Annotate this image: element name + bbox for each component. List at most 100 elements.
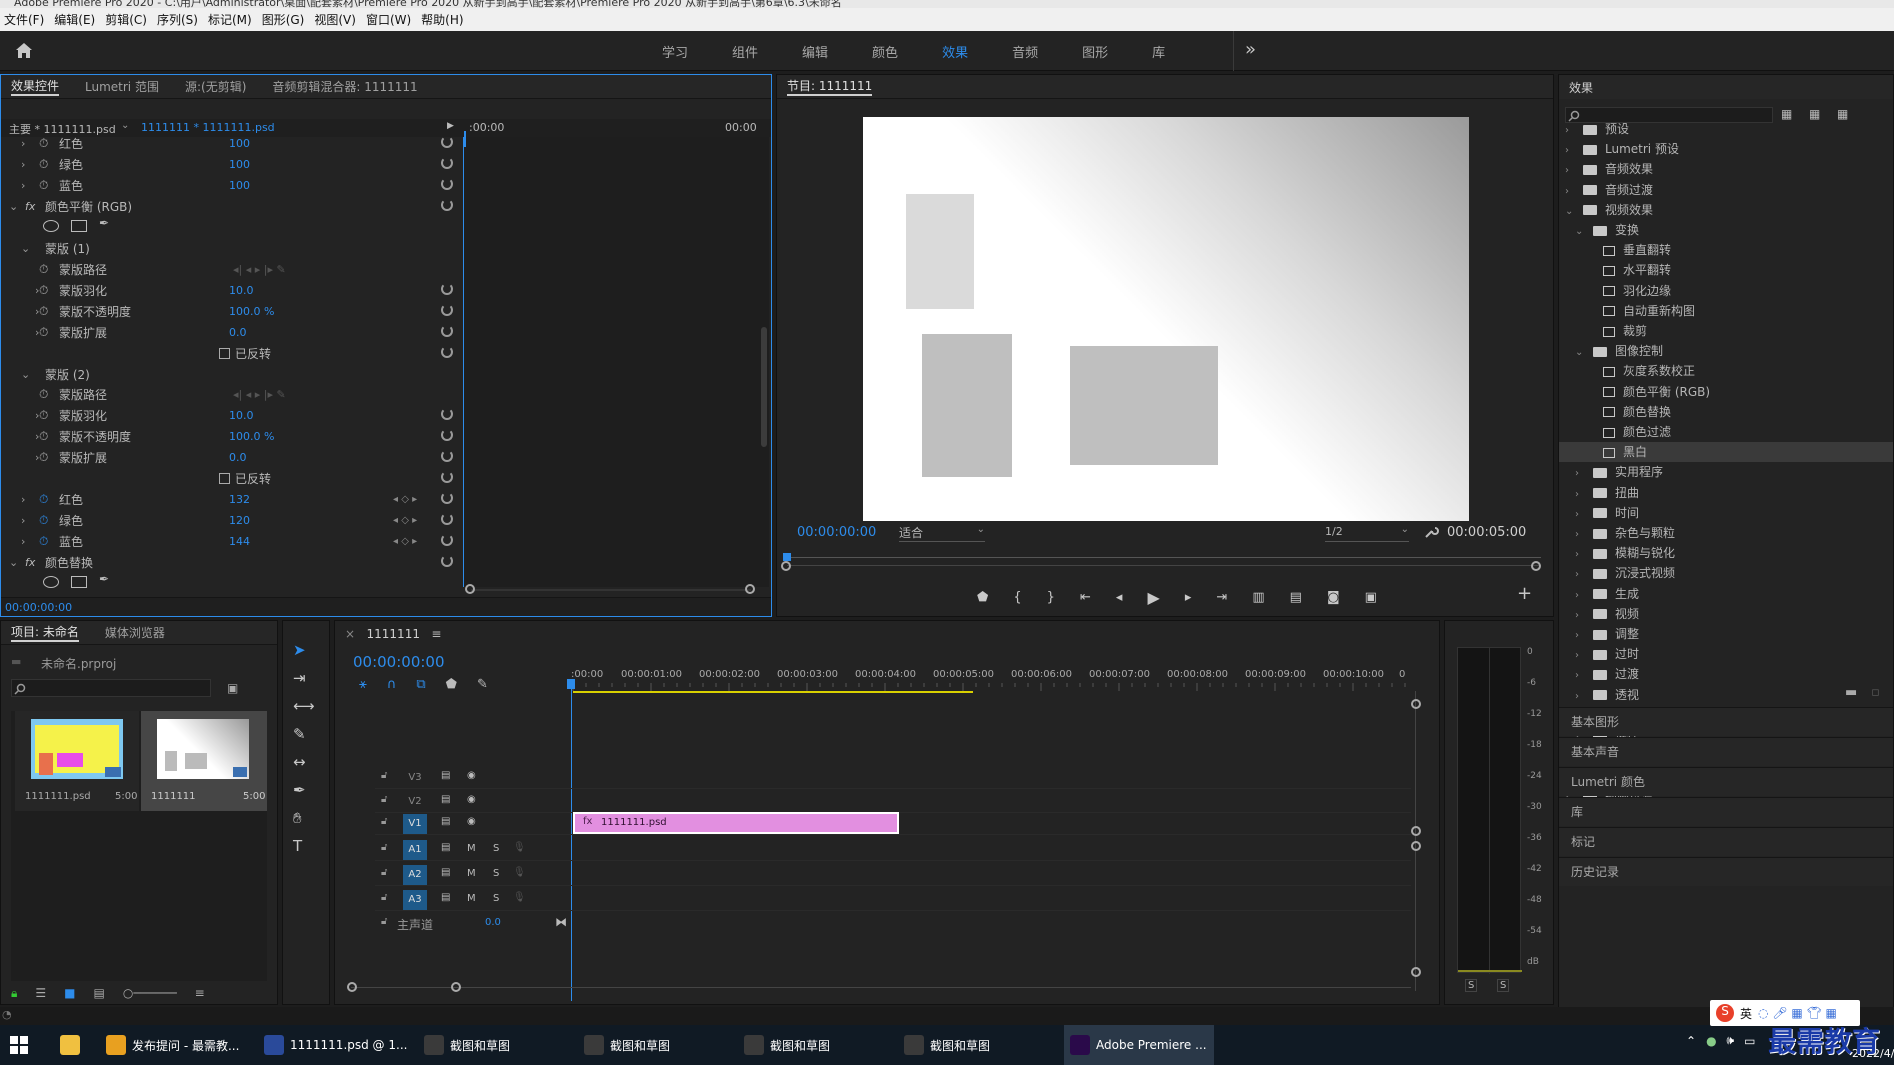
vscroll-mid2[interactable] — [1411, 841, 1421, 851]
reset-icon[interactable] — [441, 408, 453, 420]
effect-item[interactable]: 羽化边缘 — [1559, 281, 1893, 301]
play-icon[interactable]: ▶ — [1147, 588, 1159, 607]
chevron-icon[interactable]: › — [1575, 525, 1585, 545]
workspace-tab[interactable]: 效果 — [942, 42, 968, 61]
solo-button[interactable]: S — [493, 843, 499, 854]
ec-row[interactable]: 已反转 — [1, 468, 461, 488]
fit-dropdown[interactable]: 适合 ⌄ — [899, 524, 985, 542]
chevron-icon[interactable]: › — [1565, 121, 1575, 141]
menu-item[interactable]: 窗口(W) — [366, 11, 411, 28]
mark-in-icon[interactable]: { — [1013, 590, 1021, 605]
workspace-tab[interactable]: 颜色 — [872, 42, 898, 61]
program-playhead[interactable] — [783, 553, 791, 561]
reset-icon[interactable] — [441, 283, 453, 295]
workspace-tab[interactable]: 库 — [1152, 42, 1165, 61]
sort-icon[interactable]: ≡ — [195, 986, 205, 1000]
chevron-icon[interactable]: › — [21, 137, 25, 150]
track-header[interactable]: 🔓︎ A1 ▤ M S 🎙︎ — [375, 839, 571, 861]
effect-item[interactable]: 自动重新构图 — [1559, 301, 1893, 321]
fx-icon[interactable]: fx — [25, 556, 35, 569]
timeline-timecode[interactable]: 00:00:00:00 — [353, 653, 445, 671]
ec-row[interactable]: › ⏱︎ 蒙版羽化 10.0 — [1, 405, 461, 425]
program-scrub-bar[interactable] — [787, 557, 1541, 558]
go-to-in-icon[interactable]: ⇤ — [1080, 590, 1091, 605]
chevron-icon[interactable]: ⌄ — [1575, 343, 1585, 363]
master-volume[interactable]: 0.0 — [485, 917, 501, 928]
selection-tool-icon[interactable]: ➤ — [293, 641, 315, 659]
stopwatch-icon[interactable]: ⏱︎ — [39, 492, 48, 507]
freeform-view-icon[interactable]: ▤ — [94, 986, 105, 1000]
chevron-icon[interactable]: › — [1575, 545, 1585, 565]
ec-row[interactable]: ⌄ 蒙版 (2) — [1, 364, 461, 384]
ec-row[interactable]: › ⏱︎ 蓝色 144 ◂ ◇ ▸ — [1, 531, 461, 551]
track-header[interactable]: 🔓︎ A3 ▤ M S 🎙︎ — [375, 889, 571, 911]
stopwatch-icon[interactable]: ⏱︎ — [39, 136, 48, 151]
master-track[interactable]: 🔓︎ 主声道 0.0 ⧓ — [375, 914, 571, 936]
ellipse-mask-icon[interactable] — [43, 576, 59, 588]
chevron-icon[interactable]: › — [21, 493, 25, 506]
ec-zoom-bar[interactable] — [471, 589, 751, 591]
menu-item[interactable]: 文件(F) — [4, 11, 44, 28]
reset-icon[interactable] — [441, 450, 453, 462]
reset-icon[interactable] — [441, 346, 453, 358]
hscroll-right[interactable] — [451, 982, 461, 992]
ripple-edit-tool-icon[interactable]: ⟷ — [293, 697, 315, 715]
inverted-checkbox[interactable] — [219, 472, 230, 484]
chevron-icon[interactable]: › — [1575, 565, 1585, 585]
timeline-clip[interactable]: fx 1111111.psd — [573, 812, 899, 834]
ec-row[interactable]: › ⏱︎ 红色 100 — [1, 133, 461, 153]
add-button-icon[interactable]: + — [1517, 583, 1532, 604]
program-zoom-right[interactable] — [1531, 561, 1541, 571]
lock-icon[interactable]: 🔓︎ — [381, 892, 387, 903]
timeline-ruler[interactable]: :00:00 00:00:01:00 00:00:02:00 00:00:03:00 0… — [571, 663, 1411, 693]
chat-icon[interactable]: ▭ — [1744, 1034, 1755, 1048]
slip-tool-icon[interactable]: ↔ — [293, 753, 315, 771]
ec-row-value[interactable]: 0.0 — [229, 326, 247, 339]
vscroll-top[interactable] — [1411, 699, 1421, 709]
effects-bin[interactable]: › 沉浸式视频 — [1559, 563, 1893, 583]
effect-item[interactable]: 颜色平衡 (RGB) — [1559, 382, 1893, 402]
stopwatch-icon[interactable]: ⏱︎ — [39, 429, 48, 444]
ec-row[interactable]: › ⏱︎ 蒙版不透明度 100.0 % — [1, 301, 461, 321]
ec-tab[interactable]: Lumetri 范围 — [85, 78, 159, 95]
solo-button[interactable]: S — [493, 893, 499, 904]
track-name[interactable]: V1 — [403, 814, 427, 834]
track-name[interactable]: A2 — [403, 865, 427, 885]
lock-icon[interactable]: 🔓︎ — [381, 816, 387, 827]
effects-bin[interactable]: › 杂色与颗粒 — [1559, 523, 1893, 543]
new-bin-icon[interactable]: ▬ — [1845, 685, 1857, 700]
ec-zoom-handle-right[interactable] — [745, 584, 755, 594]
chevron-icon[interactable]: › — [1575, 505, 1585, 525]
ime-mode[interactable]: 英 — [1740, 1005, 1752, 1022]
solo-left-button[interactable]: S — [1465, 979, 1478, 992]
effects-bin[interactable]: ⌄ 变换 — [1559, 220, 1893, 240]
track-header[interactable]: 🔓︎ V3 ▤ ◉ — [375, 767, 571, 789]
track-header[interactable]: 🔓︎ V1 ▤ ◉ — [375, 813, 571, 835]
ec-row[interactable]: ⏱︎ 蒙版路径 ◂| ◂ ▸ |▸ ✎ — [1, 384, 461, 404]
track-lane[interactable] — [571, 839, 1411, 861]
track-lane[interactable] — [571, 767, 1411, 789]
find-icon[interactable]: ▣ — [227, 681, 238, 695]
video-frame[interactable] — [863, 117, 1469, 521]
workspace-tab[interactable]: 编辑 — [802, 42, 828, 61]
tray-up-icon[interactable]: ⌃ — [1686, 1034, 1696, 1048]
mask-track-controls[interactable]: ◂| ◂ ▸ |▸ ✎ — [233, 388, 286, 401]
mic-icon[interactable]: 🎙︎ — [513, 867, 526, 878]
razor-tool-icon[interactable]: ✎ — [293, 725, 315, 743]
home-icon[interactable] — [14, 41, 34, 59]
ec-row[interactable]: › ⏱︎ 红色 132 ◂ ◇ ▸ — [1, 489, 461, 509]
collapsed-panel-tab[interactable]: 历史记录 — [1559, 857, 1893, 886]
ec-row[interactable]: ✒ — [1, 572, 461, 592]
project-bin[interactable]: 1111111.psd 5:00 1111111 5:00 — [11, 711, 267, 981]
ec-row-value[interactable]: 100.0 % — [229, 430, 274, 443]
lift-icon[interactable]: ▥ — [1252, 590, 1264, 605]
workspace-tab[interactable]: 组件 — [732, 42, 758, 61]
effects-bin[interactable]: › 预设 — [1559, 119, 1893, 139]
reset-icon[interactable] — [441, 513, 453, 525]
chevron-icon[interactable]: ⌄ — [9, 556, 18, 569]
timeline-hscroll[interactable] — [351, 987, 1411, 988]
resolution-dropdown[interactable]: 1/2 ⌄ — [1325, 524, 1409, 542]
taskbar-item[interactable]: 发布提问 - 最需教... — [106, 1025, 256, 1065]
ec-row-value[interactable]: 100.0 % — [229, 305, 274, 318]
stopwatch-icon[interactable]: ⏱︎ — [39, 178, 48, 193]
